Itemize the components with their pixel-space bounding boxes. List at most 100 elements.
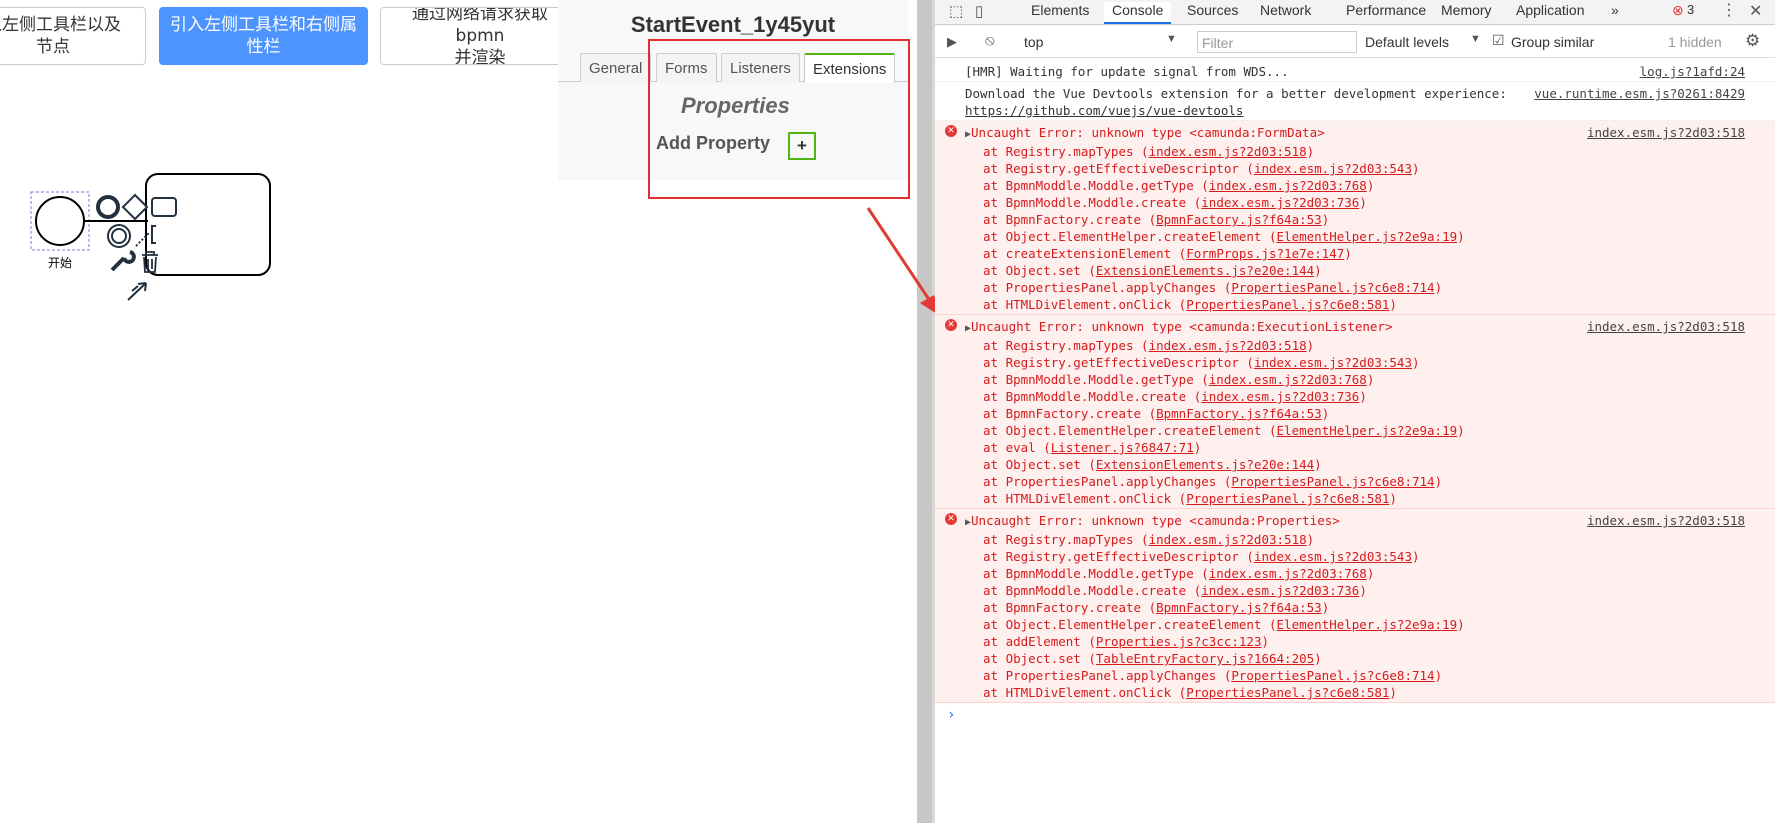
error-source-link[interactable]: index.esm.js?2d03:518 — [1587, 512, 1745, 529]
frame-location-link[interactable]: ExtensionElements.js?e20e:144 — [1096, 263, 1314, 278]
append-end-event-icon[interactable] — [96, 195, 120, 219]
frame-location-link[interactable]: FormProps.js?1e7e:147 — [1186, 246, 1344, 261]
append-task-icon[interactable] — [151, 197, 177, 217]
frame-location-link[interactable]: PropertiesPanel.js?c6e8:714 — [1231, 474, 1434, 489]
trash-icon[interactable] — [142, 251, 158, 273]
stack-frame: at BpmnModdle.Moddle.create (index.esm.j… — [983, 583, 1367, 598]
chevron-down-icon[interactable]: ▼ — [1166, 33, 1177, 45]
hidden-count: 1 hidden — [1668, 34, 1722, 50]
append-gateway-icon[interactable] — [121, 193, 149, 221]
frame-location-link[interactable]: index.esm.js?2d03:518 — [1149, 338, 1307, 353]
close-icon[interactable]: ✕ — [1749, 1, 1762, 21]
frame-location-link[interactable]: index.esm.js?2d03:736 — [1201, 583, 1359, 598]
frame-location-link[interactable]: PropertiesPanel.js?c6e8:581 — [1186, 685, 1389, 700]
clear-console-icon[interactable]: ⦸ — [985, 32, 995, 49]
frame-location-link[interactable]: index.esm.js?2d03:543 — [1254, 355, 1412, 370]
frame-location-link[interactable]: index.esm.js?2d03:736 — [1201, 389, 1359, 404]
frame-location-link[interactable]: ElementHelper.js?2e9a:19 — [1277, 229, 1458, 244]
message-link[interactable]: https://github.com/vuejs/vue-devtools — [965, 103, 1243, 118]
frame-location-link[interactable]: ExtensionElements.js?e20e:144 — [1096, 457, 1314, 472]
bpmn-canvas[interactable]: 开始 — [20, 160, 320, 500]
frame-location-link[interactable]: TableEntryFactory.js?1664:205 — [1096, 651, 1314, 666]
tab-general[interactable]: General — [580, 53, 652, 82]
sidebar-toggle-icon[interactable]: ▶ — [947, 34, 957, 50]
stack-frame: at HTMLDivElement.onClick (PropertiesPan… — [983, 685, 1397, 700]
task-shape[interactable] — [145, 173, 271, 276]
stack-frame: at PropertiesPanel.applyChanges (Propert… — [983, 668, 1443, 683]
stack-frame: at Object.set (ExtensionElements.js?e20e… — [983, 457, 1322, 472]
frame-location-link[interactable]: index.esm.js?2d03:543 — [1254, 161, 1412, 176]
frame-location-link[interactable]: Properties.js?c3cc:123 — [1096, 634, 1262, 649]
association-icon — [135, 231, 151, 247]
frame-location-link[interactable]: ElementHelper.js?2e9a:19 — [1277, 617, 1458, 632]
tab-network[interactable]: Network — [1260, 2, 1311, 18]
toolbar-nodes-button[interactable]: 入左侧工具栏以及 节点 — [0, 7, 146, 65]
error-count[interactable]: 3 — [1687, 2, 1694, 17]
error-icon: ✕ — [945, 125, 957, 137]
group-similar-checkbox[interactable]: ☑ — [1492, 32, 1505, 49]
frame-function: at BpmnFactory.create — [983, 406, 1142, 421]
tab-elements[interactable]: Elements — [1031, 2, 1089, 18]
wrench-icon[interactable] — [110, 250, 136, 272]
frame-function: at HTMLDivElement.onClick — [983, 491, 1172, 506]
stack-frame: at PropertiesPanel.applyChanges (Propert… — [983, 474, 1443, 489]
error-source-link[interactable]: index.esm.js?2d03:518 — [1587, 318, 1745, 335]
filter-input[interactable]: Filter — [1197, 31, 1357, 53]
frame-location-link[interactable]: BpmnFactory.js?f64a:53 — [1156, 600, 1322, 615]
frame-function: at BpmnModdle.Moddle.getType — [983, 178, 1194, 193]
more-tabs-icon[interactable]: » — [1611, 2, 1619, 18]
fetch-bpmn-button[interactable]: 通过网络请求获取bpmn 并渲染 — [380, 7, 580, 65]
error-message: ✕ ▶Uncaught Error: unknown type <camunda:… — [935, 121, 1775, 315]
frame-function: at BpmnModdle.Moddle.create — [983, 583, 1187, 598]
frame-location-link[interactable]: index.esm.js?2d03:518 — [1149, 532, 1307, 547]
connect-arrow-icon[interactable] — [127, 282, 147, 301]
stack-frame: at BpmnModdle.Moddle.getType (index.esm.… — [983, 566, 1375, 581]
frame-location-link[interactable]: BpmnFactory.js?f64a:53 — [1156, 406, 1322, 421]
frame-location-link[interactable]: index.esm.js?2d03:543 — [1254, 549, 1412, 564]
tab-memory[interactable]: Memory — [1441, 2, 1492, 18]
frame-location-link[interactable]: PropertiesPanel.js?c6e8:581 — [1186, 491, 1389, 506]
frame-location-link[interactable]: Listener.js?6847:71 — [1051, 440, 1194, 455]
frame-location-link[interactable]: index.esm.js?2d03:736 — [1201, 195, 1359, 210]
start-event[interactable] — [35, 196, 85, 246]
text-annotation-icon[interactable] — [151, 225, 156, 244]
source-link[interactable]: vue.runtime.esm.js?0261:8429 — [1534, 85, 1745, 102]
source-link[interactable]: log.js?1afd:24 — [1640, 63, 1745, 80]
frame-location-link[interactable]: ElementHelper.js?2e9a:19 — [1277, 423, 1458, 438]
error-icon: ✕ — [945, 319, 957, 331]
tab-console[interactable]: Console — [1104, 2, 1172, 24]
frame-location-link[interactable]: BpmnFactory.js?f64a:53 — [1156, 212, 1322, 227]
stack-frame: at Object.ElementHelper.createElement (E… — [983, 617, 1465, 632]
frame-location-link[interactable]: PropertiesPanel.js?c6e8:581 — [1186, 297, 1389, 312]
inspect-icon[interactable]: ⬚ — [949, 2, 963, 20]
toolbar-properties-button[interactable]: 引入左侧工具栏和右侧属 性栏 — [159, 7, 368, 65]
levels-select[interactable]: Default levels — [1365, 34, 1449, 50]
frame-function: at BpmnFactory.create — [983, 212, 1142, 227]
tab-sources[interactable]: Sources — [1187, 2, 1238, 18]
settings-gear-icon[interactable]: ⚙ — [1745, 31, 1760, 51]
frame-location-link[interactable]: index.esm.js?2d03:768 — [1209, 178, 1367, 193]
context-select[interactable]: top — [1024, 34, 1043, 50]
error-source-link[interactable]: index.esm.js?2d03:518 — [1587, 124, 1745, 141]
tab-application[interactable]: Application — [1516, 2, 1585, 18]
frame-function: at PropertiesPanel.applyChanges — [983, 474, 1217, 489]
stack-frame: at Registry.mapTypes (index.esm.js?2d03:… — [983, 144, 1315, 159]
tab-performance[interactable]: Performance — [1346, 2, 1426, 18]
frame-function: at Object.ElementHelper.createElement — [983, 423, 1262, 438]
frame-location-link[interactable]: index.esm.js?2d03:768 — [1209, 566, 1367, 581]
frame-function: at Registry.mapTypes — [983, 144, 1134, 159]
frame-function: at Registry.mapTypes — [983, 338, 1134, 353]
stack-frame: at eval (Listener.js?6847:71) — [983, 440, 1202, 455]
error-count-icon[interactable]: ⊗ — [1672, 2, 1684, 19]
error-message: ✕ ▶Uncaught Error: unknown type <camunda:… — [935, 509, 1775, 703]
devtools-menu-icon[interactable]: ⋮ — [1721, 0, 1737, 20]
frame-location-link[interactable]: PropertiesPanel.js?c6e8:714 — [1231, 668, 1434, 683]
levels-chevron-icon[interactable]: ▼ — [1470, 33, 1481, 45]
console-prompt[interactable]: › — [935, 703, 1775, 723]
error-title: Uncaught Error: unknown type <camunda:Pr… — [971, 513, 1340, 528]
device-toggle-icon[interactable]: ▯ — [975, 2, 983, 20]
frame-location-link[interactable]: PropertiesPanel.js?c6e8:714 — [1231, 280, 1434, 295]
frame-location-link[interactable]: index.esm.js?2d03:518 — [1149, 144, 1307, 159]
frame-function: at BpmnModdle.Moddle.getType — [983, 372, 1194, 387]
frame-location-link[interactable]: index.esm.js?2d03:768 — [1209, 372, 1367, 387]
